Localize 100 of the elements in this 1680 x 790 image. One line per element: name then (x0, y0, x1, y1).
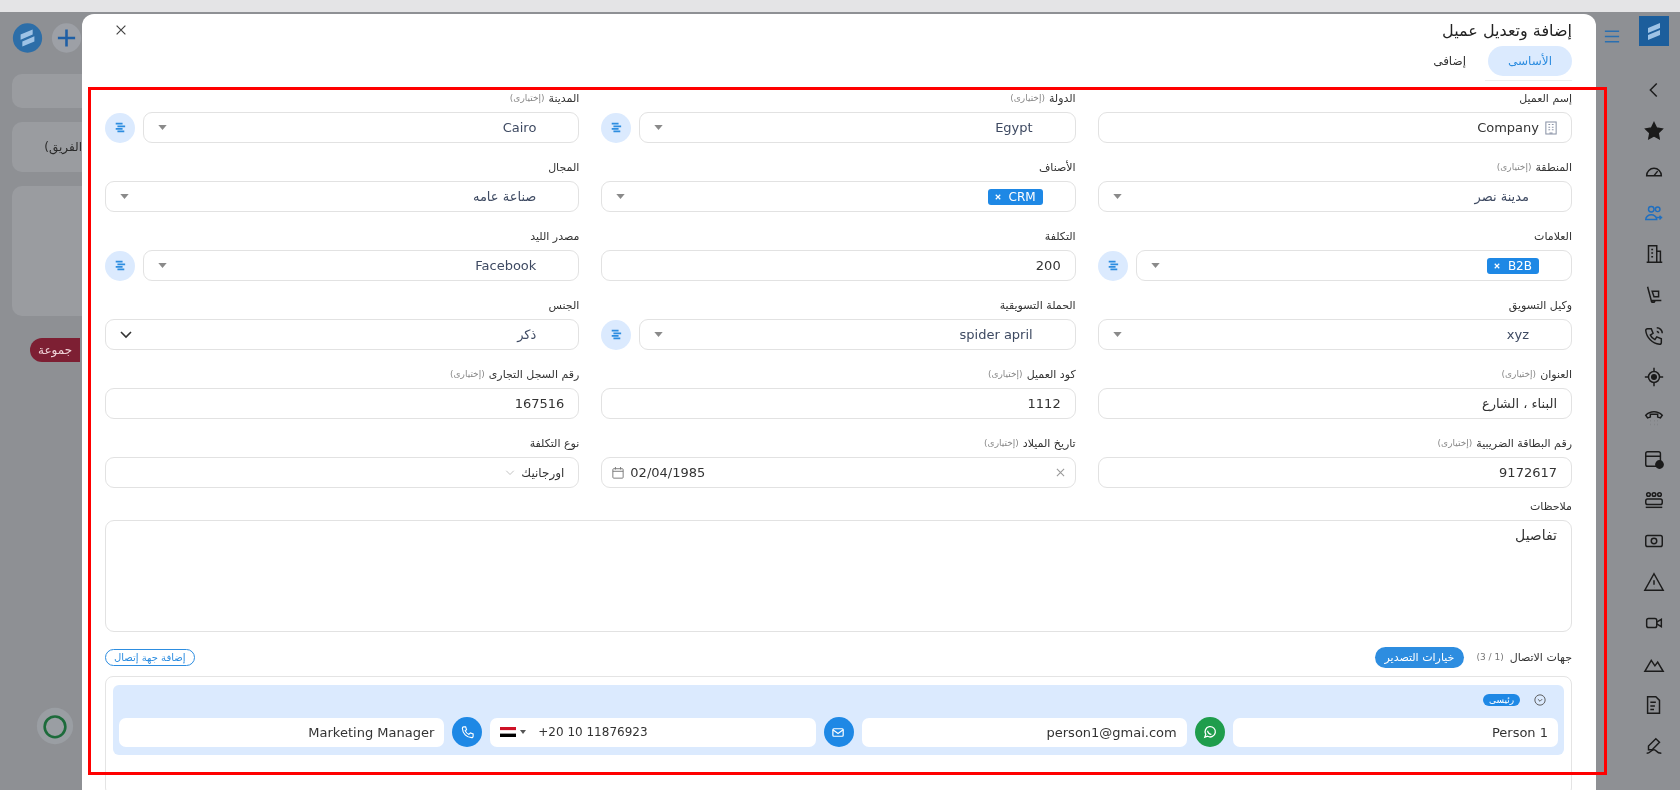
field-label: ملاحظات (1530, 499, 1572, 513)
select-field[interactable]: صناعة عامه (105, 181, 580, 212)
add-option-button[interactable] (601, 112, 632, 143)
add-icon[interactable] (51, 22, 82, 54)
optional-hint: (إختيارى) (984, 438, 1019, 448)
field-label: مصدر الليد (530, 229, 580, 243)
tag-select-field[interactable]: B2B (1135, 250, 1572, 281)
notes-textarea[interactable]: تفاصيل (105, 520, 1572, 632)
add-option-button[interactable] (1097, 250, 1128, 281)
select-field[interactable]: Egypt (639, 112, 1076, 143)
chevron-down-icon (120, 330, 132, 339)
list-icon (114, 121, 126, 134)
caret-icon (1112, 194, 1122, 199)
chevron-down-icon (505, 469, 516, 476)
add-option-button[interactable] (105, 250, 135, 281)
text-field[interactable]: 9172617 (1097, 457, 1572, 488)
list-icon (610, 121, 623, 134)
tag-chip[interactable]: CRM (987, 188, 1043, 205)
field-label: المنطقة (1535, 160, 1572, 174)
tab[interactable]: إضافى (1421, 46, 1479, 76)
field-label: المجال (548, 160, 580, 174)
caret-icon (120, 194, 129, 199)
list-icon (114, 259, 126, 272)
list-icon (610, 328, 623, 341)
call-button[interactable] (452, 717, 483, 747)
optional-hint: (إختيارى) (1437, 438, 1473, 448)
optional-hint: (إختيارى) (1501, 369, 1537, 379)
text-field[interactable]: 1112 (601, 388, 1076, 419)
date-field[interactable]: 02/04/1985 (601, 457, 1076, 488)
list-icon (1106, 259, 1119, 272)
chat-bubble-icon (1202, 724, 1218, 740)
primary-badge: رئيسى (1482, 694, 1520, 706)
field-label: المدينة (548, 91, 580, 105)
field-label: رقم البطاقة الضريبية (1476, 436, 1572, 450)
field-label: الجنس (548, 298, 580, 312)
field-label: العلامات (1534, 229, 1572, 243)
close-icon[interactable] (114, 23, 128, 37)
caret-icon (1150, 263, 1160, 268)
contact-name-field[interactable]: Person 1 (1232, 717, 1558, 747)
phone-ringing-icon[interactable] (1643, 325, 1665, 347)
logo-icon (12, 22, 43, 54)
optional-hint: (إختيارى) (1496, 162, 1532, 172)
select-field[interactable]: مدينة نصر (1097, 181, 1572, 212)
field-label: العنوان (1540, 367, 1572, 381)
field-label: الحملة التسويقية (999, 298, 1076, 312)
remove-icon[interactable] (1493, 262, 1500, 269)
star-icon[interactable] (1643, 120, 1665, 142)
contacts-count: (1 / 3) (1476, 652, 1504, 662)
name-field[interactable]: Company (1097, 112, 1572, 143)
optional-hint: (إختيارى) (509, 93, 545, 103)
caret-icon (1112, 332, 1122, 337)
select-field[interactable]: xyz (1097, 319, 1572, 350)
select-field[interactable]: Facebook (143, 250, 580, 281)
group-icon[interactable] (1643, 489, 1665, 511)
target-icon[interactable] (1643, 366, 1665, 388)
field-label: وكيل التسويق (1508, 298, 1572, 312)
tag-select-field[interactable]: CRM (601, 181, 1076, 212)
phone-icon (459, 724, 475, 740)
optional-hint: (إختيارى) (987, 369, 1023, 379)
text-field[interactable]: 200 (601, 250, 1076, 281)
text-field[interactable]: البناء ، الشارع (1097, 388, 1572, 419)
collapse-icon[interactable] (1534, 694, 1546, 706)
email-button[interactable] (823, 717, 854, 747)
caret-icon (158, 263, 167, 268)
loading-ring-icon (36, 707, 74, 745)
flag-icon[interactable] (500, 727, 529, 737)
job-title-field[interactable]: Marketing Manager (119, 717, 445, 747)
export-options-button[interactable]: خيارات التصدير (1374, 646, 1465, 668)
field-label: رقم السجل التجارى (488, 367, 580, 381)
text-field[interactable]: 167516 (105, 388, 580, 419)
add-option-button[interactable] (601, 319, 632, 350)
select-field[interactable]: spider april (639, 319, 1076, 350)
optional-hint: (إختيارى) (1010, 93, 1045, 103)
dialog-title: إضافة وتعديل عميل (1442, 20, 1572, 40)
building-icon (1545, 120, 1557, 135)
add-option-button[interactable] (105, 112, 135, 143)
email-field[interactable]: person1@gmai.com (861, 717, 1187, 747)
field-label: الدولة (1048, 91, 1076, 105)
team-label: (الفريق (44, 140, 82, 154)
field-label: الأصناف (1038, 160, 1076, 174)
field-label: التكلفة (1044, 229, 1076, 243)
caret-icon (158, 125, 167, 130)
optional-hint: (إختيارى) (450, 369, 485, 379)
tag-chip[interactable]: B2B (1486, 257, 1539, 274)
field-label: تاريخ الميلاد (1022, 436, 1076, 450)
phone-field[interactable]: +20 10 11876923 (490, 717, 816, 747)
field-label: إسم العميل (1519, 91, 1572, 105)
whatsapp-button[interactable] (1194, 717, 1225, 747)
field-label: كود العميل (1026, 367, 1076, 381)
contacts-label: جهات الاتصال (1509, 650, 1572, 664)
select-field[interactable]: اورجانيك (105, 457, 580, 488)
warning-icon[interactable] (1643, 571, 1665, 593)
add-contact-button[interactable]: إضافة جهة إتصال (105, 648, 195, 666)
caret-icon (654, 332, 664, 337)
select-field[interactable]: Cairo (143, 112, 580, 143)
clear-icon[interactable] (1055, 468, 1065, 477)
group-tag[interactable]: جموعة (30, 338, 81, 362)
remove-icon[interactable] (994, 193, 1001, 200)
select-field[interactable]: ذكر (105, 319, 580, 350)
field-label: نوع التكلفة (529, 436, 580, 450)
